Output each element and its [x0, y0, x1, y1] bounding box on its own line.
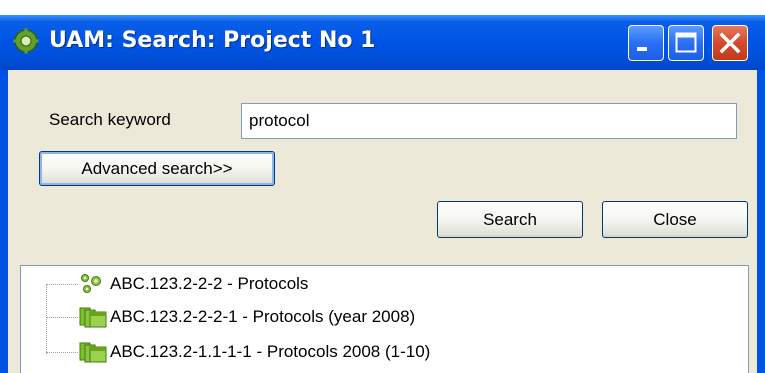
- title-bar[interactable]: UAM: Search: Project No 1: [0, 15, 765, 70]
- results-tree[interactable]: ABC.123.2-2-2 - Protocols ABC.123.2-2-2-…: [20, 265, 749, 373]
- advanced-search-button[interactable]: Advanced search>>: [39, 151, 275, 186]
- close-dialog-button[interactable]: Close: [602, 201, 748, 238]
- search-button[interactable]: Search: [437, 201, 583, 238]
- tree-connector: [46, 317, 78, 318]
- screenshot: UAM: Search: Project No 1 Search keyword: [0, 0, 765, 373]
- search-keyword-input[interactable]: [241, 103, 737, 139]
- tree-item-label: ABC.123.2-2-2 - Protocols: [110, 274, 309, 293]
- minimize-icon: [637, 47, 647, 51]
- folders-icon: [78, 340, 108, 368]
- tree-item-label: ABC.123.2-1.1-1-1 - Protocols 2008 (1-10…: [110, 342, 431, 361]
- app-icon: [13, 28, 39, 54]
- tree-connector: [46, 284, 78, 285]
- tree-connector: [46, 352, 78, 353]
- close-icon: [719, 32, 741, 54]
- folders-icon: [78, 305, 108, 333]
- tree-connector-vertical: [46, 284, 47, 354]
- maximize-icon: [675, 32, 697, 53]
- tree-item-label: ABC.123.2-2-2-1 - Protocols (year 2008): [110, 307, 416, 326]
- search-keyword-label: Search keyword: [49, 110, 171, 129]
- window-title: UAM: Search: Project No 1: [49, 28, 376, 53]
- close-button[interactable]: [712, 25, 748, 61]
- dialog-body: Search keyword Advanced search>> Search …: [8, 70, 757, 373]
- gear-cluster-icon: [78, 272, 104, 300]
- maximize-button[interactable]: [668, 25, 704, 61]
- search-dialog: UAM: Search: Project No 1 Search keyword: [0, 15, 765, 373]
- minimize-button[interactable]: [628, 25, 664, 61]
